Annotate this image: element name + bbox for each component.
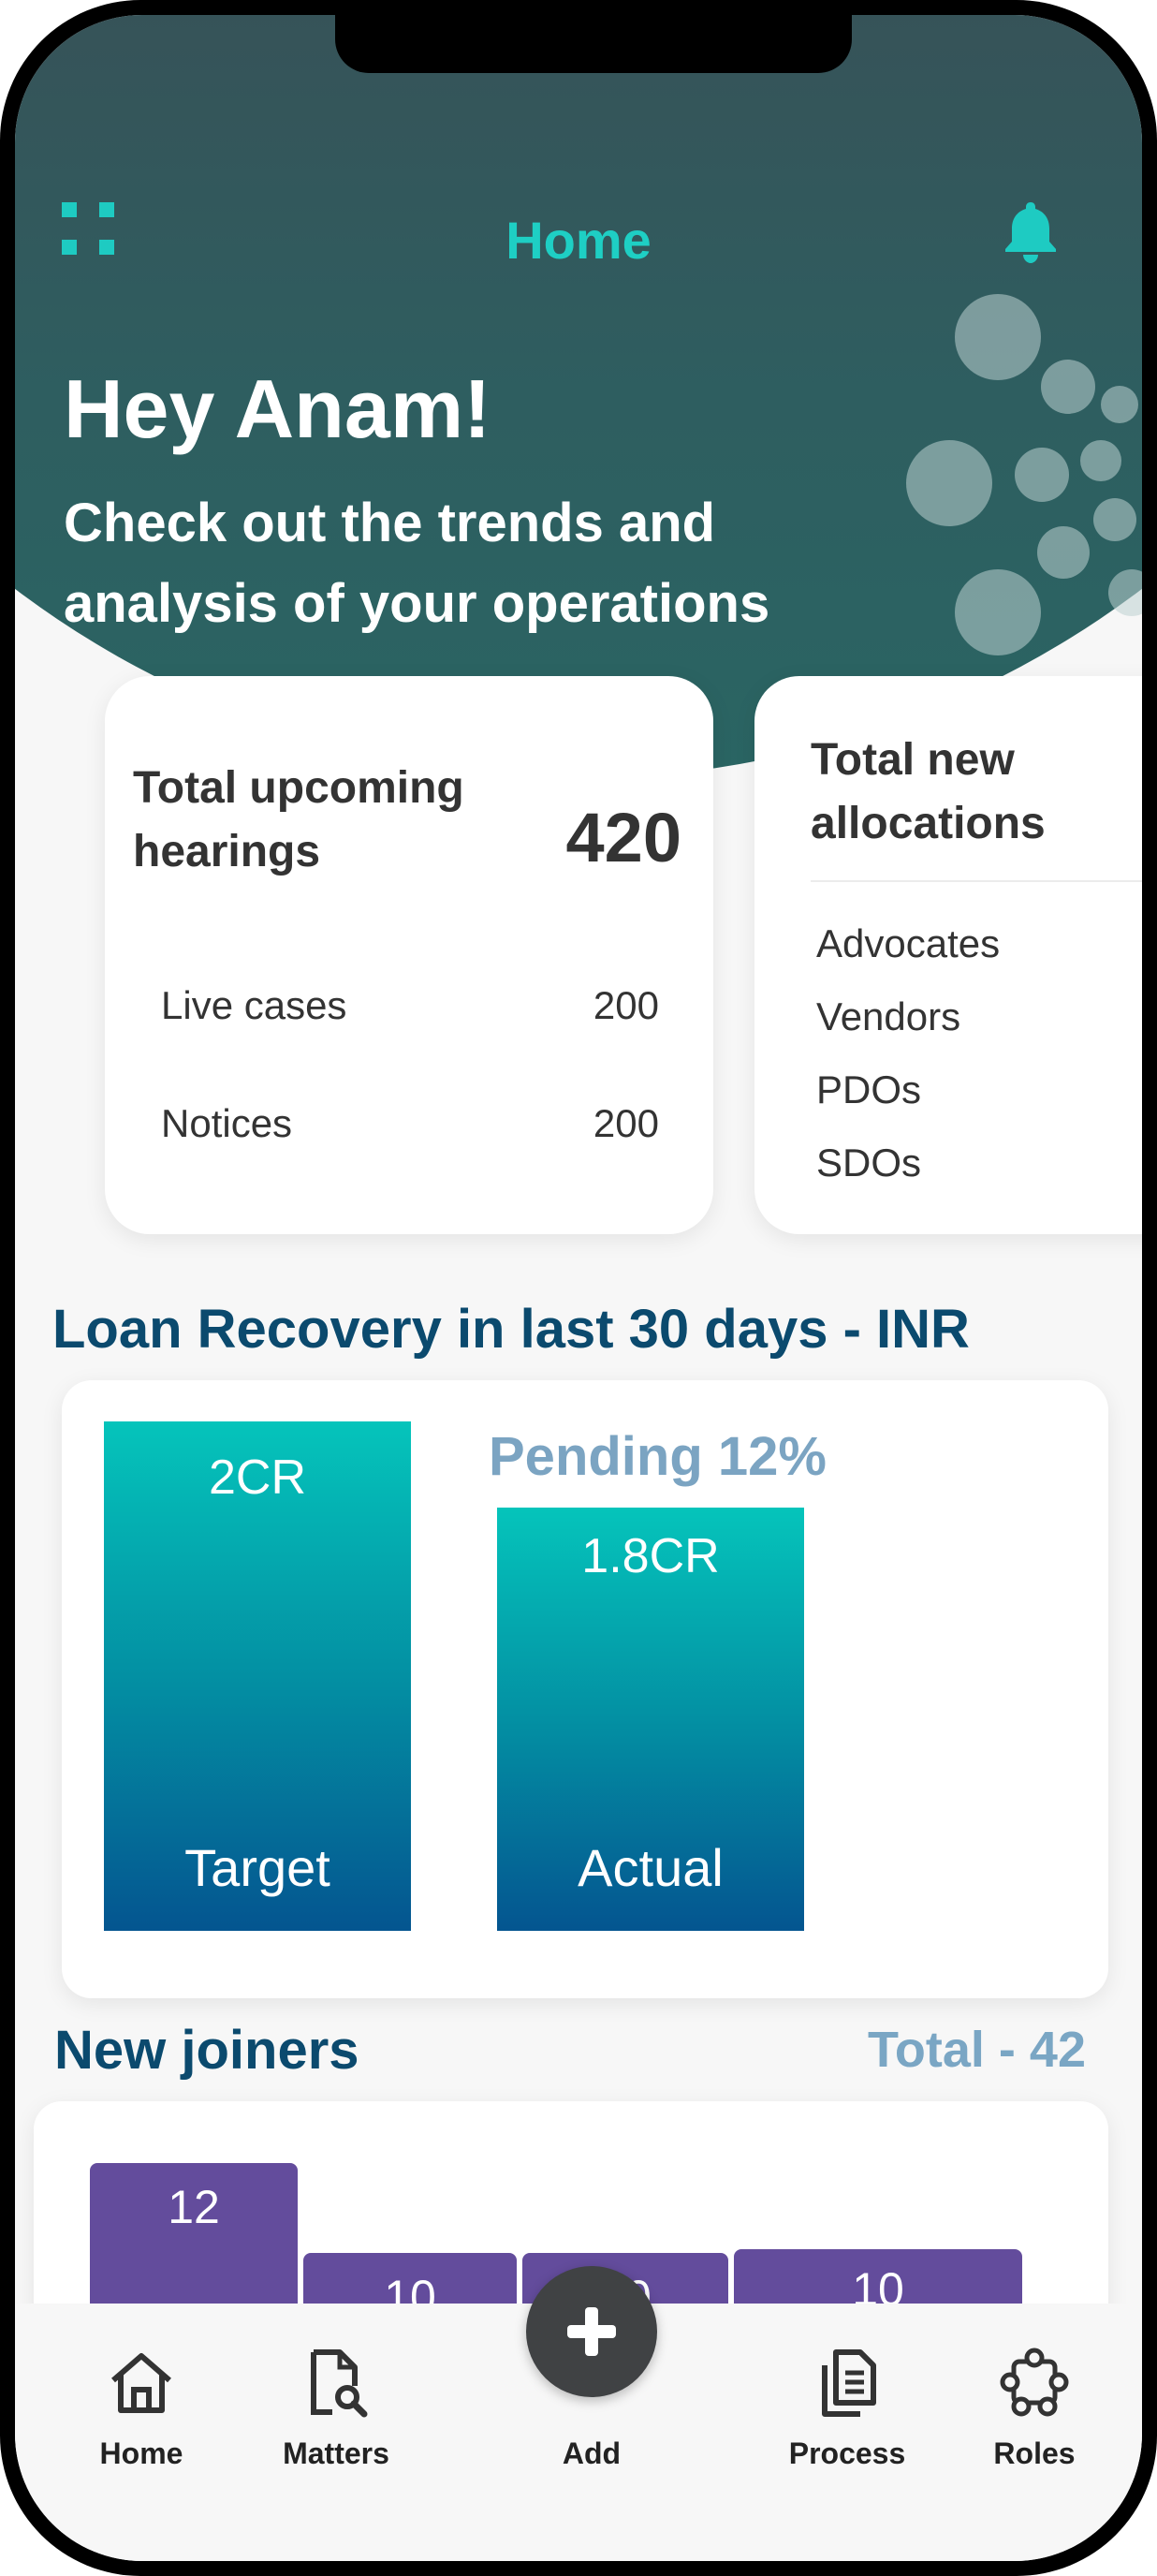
- new-allocations-card[interactable]: Total new allocations Advocates Vendors …: [754, 676, 1142, 1234]
- phone-frame: Home Hey Anam! Check out the trends and …: [0, 0, 1157, 2576]
- decor-circle: [1093, 498, 1136, 541]
- joiners-bar-value: 12: [168, 2181, 220, 2233]
- live-cases-label: Live cases: [161, 983, 347, 1027]
- decor-circle: [1041, 360, 1095, 414]
- nav-matters[interactable]: Matters: [256, 2304, 416, 2491]
- decor-circle: [1015, 448, 1069, 502]
- add-button[interactable]: [526, 2266, 657, 2397]
- new-joiners-title: New joiners: [54, 2020, 359, 2081]
- nav-roles[interactable]: Roles: [955, 2304, 1114, 2491]
- allocation-item-pdos: PDOs: [816, 1067, 922, 1111]
- nav-add-label: Add: [562, 2436, 622, 2470]
- nav-process-label: Process: [788, 2436, 906, 2470]
- nav-matters-label: Matters: [283, 2436, 389, 2470]
- notices-row: Notices 200: [161, 1101, 659, 1146]
- greeting-heading: Hey Anam!: [64, 362, 491, 455]
- app-screen: Home Hey Anam! Check out the trends and …: [15, 15, 1142, 2561]
- decor-circle: [955, 294, 1041, 380]
- target-bar-value: 2CR: [208, 1450, 307, 1505]
- decor-circle: [1037, 526, 1090, 579]
- documents-icon: [822, 2349, 876, 2417]
- new-allocations-title: Total new allocations: [811, 735, 1046, 848]
- allocation-item-advocates: Advocates: [816, 921, 1001, 965]
- notices-label: Notices: [161, 1101, 293, 1145]
- upcoming-hearings-total: 420: [565, 799, 681, 876]
- nav-process[interactable]: Process: [768, 2304, 927, 2491]
- decor-circle: [955, 569, 1041, 655]
- actual-bar-label: Actual: [578, 1838, 724, 1897]
- nav-home[interactable]: Home: [62, 2304, 221, 2491]
- live-cases-row: Live cases 200: [161, 983, 659, 1028]
- new-joiners-total: Total - 42: [867, 2022, 1086, 2078]
- nav-roles-label: Roles: [993, 2436, 1076, 2470]
- home-icon: [111, 2353, 171, 2413]
- decor-circle: [1080, 440, 1121, 481]
- greeting-subtitle: Check out the trends and analysis of you…: [64, 493, 770, 634]
- target-bar-label: Target: [184, 1838, 330, 1897]
- device-notch: [335, 15, 852, 73]
- upcoming-hearings-card[interactable]: Total upcoming hearings 420 Live cases 2…: [105, 676, 713, 1234]
- allocation-item-vendors: Vendors: [816, 994, 961, 1038]
- notices-value: 200: [593, 1101, 659, 1145]
- loan-recovery-title: Loan Recovery in last 30 days - INR: [52, 1299, 970, 1360]
- bell-icon[interactable]: [1000, 199, 1062, 264]
- actual-bar: 1.8CR Actual: [497, 1508, 804, 1931]
- target-bar: 2CR Target: [104, 1421, 411, 1931]
- decor-circle: [1101, 386, 1138, 423]
- divider: [811, 880, 1142, 882]
- allocation-item-sdos: SDOs: [816, 1141, 922, 1185]
- actual-bar-value: 1.8CR: [581, 1529, 720, 1583]
- decor-circle: [906, 440, 992, 526]
- page-title: Home: [505, 211, 652, 270]
- upcoming-hearings-title: Total upcoming hearings: [133, 763, 464, 876]
- roles-network-icon: [1000, 2348, 1069, 2417]
- live-cases-value: 200: [593, 983, 659, 1027]
- nav-home-label: Home: [99, 2436, 183, 2470]
- pending-label: Pending 12%: [489, 1426, 827, 1487]
- document-search-icon: [311, 2349, 368, 2418]
